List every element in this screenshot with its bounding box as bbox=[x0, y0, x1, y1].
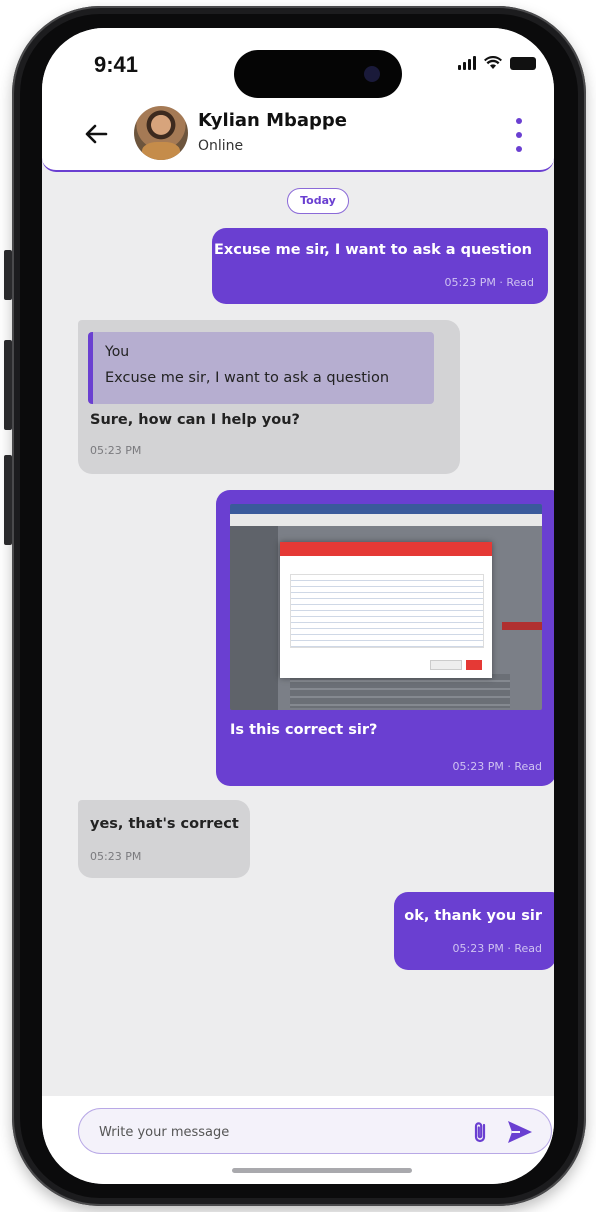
message-composer bbox=[78, 1108, 552, 1154]
message-text: yes, that's correct bbox=[90, 816, 239, 832]
volume-up-button bbox=[4, 340, 12, 430]
paperclip-icon[interactable] bbox=[467, 1118, 495, 1146]
more-vertical-icon[interactable] bbox=[514, 118, 524, 152]
message-meta: 05:23 PM bbox=[90, 444, 142, 457]
message-bubble-outgoing[interactable]: ok, thank you sir 05:23 PM · Read bbox=[394, 892, 554, 970]
wifi-icon bbox=[484, 56, 502, 69]
message-text: Excuse me sir, I want to ask a question bbox=[213, 242, 532, 258]
day-separator: Today bbox=[287, 188, 349, 214]
device-stage: 9:41 Kylian Mbappe Online Today Excuse m… bbox=[0, 0, 596, 1212]
contact-status: Online bbox=[198, 138, 244, 154]
contact-name: Kylian Mbappe bbox=[198, 110, 348, 131]
message-bubble-incoming[interactable]: You Excuse me sir, I want to ask a quest… bbox=[78, 320, 460, 474]
message-bubble-outgoing[interactable]: Excuse me sir, I want to ask a question … bbox=[212, 228, 548, 304]
message-input[interactable] bbox=[97, 1117, 441, 1147]
dynamic-island bbox=[234, 50, 402, 98]
battery-icon bbox=[510, 56, 536, 70]
signal-icon bbox=[458, 56, 476, 70]
send-icon[interactable] bbox=[505, 1118, 535, 1146]
message-bubble-incoming[interactable]: yes, that's correct 05:23 PM bbox=[78, 800, 250, 878]
chat-screen: 9:41 Kylian Mbappe Online Today Excuse m… bbox=[42, 28, 554, 1184]
avatar[interactable] bbox=[134, 106, 188, 160]
attached-screenshot-image[interactable] bbox=[230, 504, 542, 710]
status-icons bbox=[458, 56, 536, 70]
silent-switch bbox=[4, 250, 12, 300]
message-text: Is this correct sir? bbox=[230, 722, 378, 738]
status-time: 9:41 bbox=[94, 52, 139, 77]
message-meta: 05:23 PM · Read bbox=[444, 276, 534, 289]
home-indicator bbox=[232, 1168, 412, 1173]
message-meta: 05:23 PM bbox=[90, 850, 142, 863]
message-meta: 05:23 PM · Read bbox=[452, 760, 542, 773]
status-bar: 9:41 bbox=[42, 28, 554, 98]
arrow-left-icon[interactable] bbox=[82, 120, 110, 148]
composer-bar bbox=[42, 1096, 554, 1184]
message-meta: 05:23 PM · Read bbox=[452, 942, 542, 955]
message-text: Sure, how can I help you? bbox=[90, 412, 300, 428]
chat-header: Kylian Mbappe Online bbox=[42, 98, 554, 172]
volume-down-button bbox=[4, 455, 12, 545]
quote-author: You bbox=[105, 344, 130, 360]
message-bubble-outgoing[interactable]: Is this correct sir? 05:23 PM · Read bbox=[216, 490, 554, 786]
quote-text: Excuse me sir, I want to ask a question bbox=[105, 370, 390, 386]
message-text: ok, thank you sir bbox=[404, 908, 542, 924]
quoted-message[interactable]: You Excuse me sir, I want to ask a quest… bbox=[88, 332, 434, 404]
